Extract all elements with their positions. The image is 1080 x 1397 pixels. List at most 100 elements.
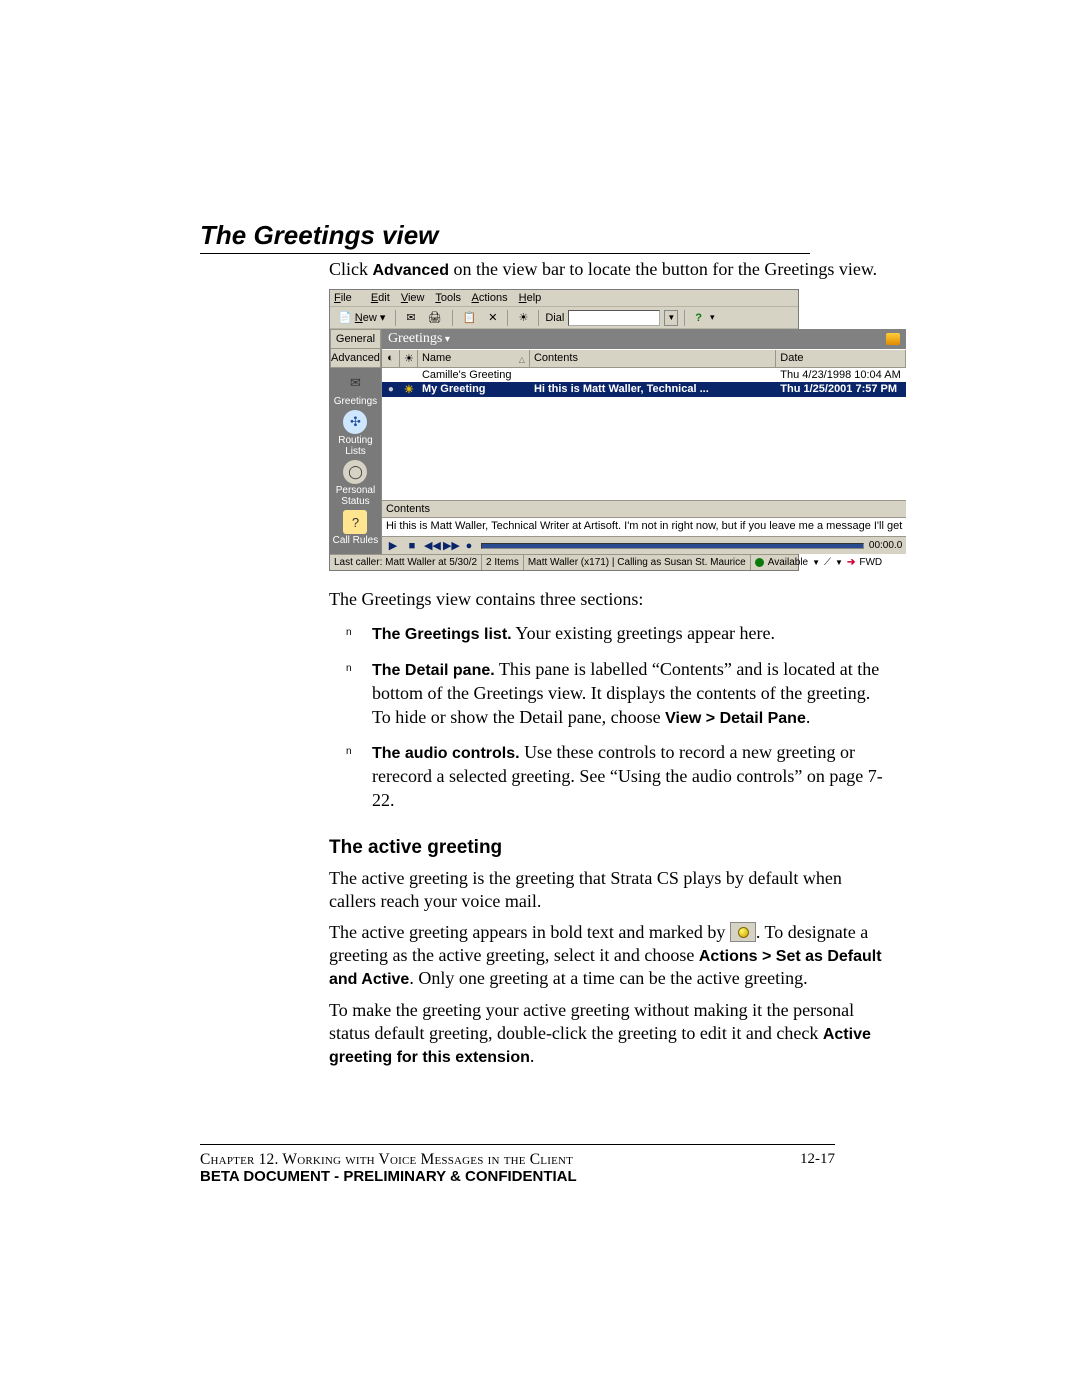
intro-post: on the view bar to locate the button for… — [449, 259, 877, 279]
dial-dropdown[interactable]: ▼ — [664, 310, 678, 326]
nav-routing-lists[interactable]: ✣ Routing Lists — [330, 410, 381, 457]
row-playing — [382, 368, 400, 382]
menu-edit[interactable]: Edit — [371, 292, 390, 304]
tool-icon-2[interactable]: 📋 — [459, 309, 481, 326]
dial-input[interactable] — [568, 310, 660, 326]
nav-greetings-label: Greetings — [330, 396, 381, 407]
detail-pane-body: Hi this is Matt Waller, Technical Writer… — [382, 518, 906, 536]
greetings-list: Camille's Greeting Thu 4/23/1998 10:04 A… — [382, 368, 906, 500]
greetings-icon: ✉ — [343, 371, 367, 395]
view-header-icon — [886, 333, 900, 345]
col-name[interactable]: Name△ — [418, 350, 530, 367]
separator — [452, 310, 453, 326]
active-greeting-icon — [730, 922, 756, 942]
tool-icon-1[interactable]: ✉ — [402, 309, 419, 326]
view-title: Greetings ▾ — [388, 331, 450, 347]
menu-tools[interactable]: Tools — [435, 292, 461, 304]
menu-view[interactable]: View — [401, 292, 425, 304]
delete-icon[interactable]: ✕ — [484, 309, 501, 326]
table-row[interactable]: Camille's Greeting Thu 4/23/1998 10:04 A… — [382, 368, 906, 382]
row-name: My Greeting — [418, 382, 530, 397]
navtab-advanced[interactable]: Advanced — [330, 349, 381, 368]
row-active-icon: ☀ — [400, 382, 418, 397]
column-headers: ◐ ☀ Name△ Contents Date — [382, 349, 906, 368]
row-date: Thu 1/25/2001 7:57 PM — [776, 382, 906, 397]
audio-slider[interactable] — [481, 543, 864, 549]
p3-post: . — [530, 1046, 535, 1066]
navtab-general[interactable]: General — [330, 329, 381, 349]
footer-page-number: 12-17 — [800, 1151, 835, 1169]
intro-bold: Advanced — [373, 262, 449, 279]
sections-intro: The Greetings view contains three sectio… — [329, 589, 885, 610]
list-item: n The audio controls. Use these controls… — [346, 741, 885, 812]
intro-paragraph: Click Advanced on the view bar to locate… — [329, 258, 885, 281]
nav-call-rules[interactable]: ? Call Rules — [330, 510, 381, 546]
intro-pre: Click — [329, 259, 373, 279]
para-active-1: The active greeting is the greeting that… — [329, 867, 885, 913]
stop-button[interactable]: ■ — [405, 540, 419, 552]
list-item: n The Greetings list. Your existing gree… — [346, 622, 885, 646]
status-presence[interactable]: Available — [768, 557, 808, 568]
col-playing-icon[interactable]: ◐ — [382, 350, 400, 367]
print-icon[interactable]: 🖨 — [424, 309, 446, 326]
menu-file[interactable]: File — [334, 292, 360, 304]
fwd-arrow-icon: ➔ — [847, 557, 855, 568]
row-playing — [382, 382, 400, 397]
bullet-icon: n — [346, 745, 352, 758]
nav-routing-label: Routing Lists — [330, 435, 381, 457]
audio-controls: ▶ ■ ◀◀ ▶▶ ● 00:00.0 — [382, 536, 906, 554]
bullet-rest: Your existing greetings appear here. — [512, 623, 775, 643]
bullet-icon: n — [346, 626, 352, 639]
nav-personal-status[interactable]: ◯ Personal Status — [330, 460, 381, 507]
toolbar: 📄 New ▾ ✉ 🖨 📋 ✕ ☀ Dial ▼ ? ▾ — [330, 307, 798, 329]
status-icon: ◯ — [343, 460, 367, 484]
menu-bar: File Edit View Tools Actions Help — [330, 290, 798, 307]
nav-greetings[interactable]: ✉ Greetings — [330, 371, 381, 407]
callrules-icon: ? — [343, 510, 367, 534]
tool-icon-3[interactable]: ☀ — [514, 309, 532, 326]
app-screenshot: File Edit View Tools Actions Help 📄 New … — [329, 289, 799, 571]
menu-help[interactable]: Help — [519, 292, 542, 304]
subheading: The active greeting — [329, 837, 885, 859]
table-row[interactable]: ☀ My Greeting Hi this is Matt Waller, Te… — [382, 382, 906, 397]
row-date: Thu 4/23/1998 10:04 AM — [776, 368, 906, 382]
p2-pre: The active greeting appears in bold text… — [329, 922, 730, 942]
separator — [684, 310, 685, 326]
view-header: Greetings ▾ — [382, 329, 906, 349]
forward-button[interactable]: ▶▶ — [443, 539, 457, 552]
audio-time: 00:00.0 — [869, 540, 902, 551]
list-item: n The Detail pane. This pane is labelled… — [346, 658, 885, 729]
bullet-icon: n — [346, 662, 352, 675]
col-date[interactable]: Date — [776, 350, 906, 367]
row-contents: Hi this is Matt Waller, Technical ... — [530, 382, 776, 397]
status-last-caller: Last caller: Matt Waller at 5/30/2 — [330, 555, 482, 570]
status-item-count: 2 Items — [482, 555, 524, 570]
bullet-lead: The audio controls. — [372, 745, 520, 762]
p3-pre: To make the greeting your active greetin… — [329, 1000, 854, 1043]
col-contents[interactable]: Contents — [530, 350, 776, 367]
view-bar: General Advanced ✉ Greetings ✣ Routing L… — [330, 329, 381, 554]
separator — [507, 310, 508, 326]
footer-confidential: BETA DOCUMENT - PRELIMINARY & CONFIDENTI… — [200, 1168, 835, 1185]
help-icon[interactable]: ? — [691, 310, 706, 326]
record-button[interactable]: ● — [462, 540, 476, 552]
new-button[interactable]: 📄 New ▾ — [334, 309, 389, 326]
detail-pane-header: Contents — [382, 500, 906, 518]
toolbar-overflow[interactable]: ▾ — [710, 312, 715, 323]
status-fwd[interactable]: FWD — [859, 557, 882, 568]
status-presence-area: Available ▼ ⟋ ▼ ➔ FWD — [751, 555, 886, 570]
dnd-dropdown[interactable]: ▼ — [835, 558, 843, 567]
menu-path: View > Detail Pane — [665, 710, 806, 727]
col-active-icon[interactable]: ☀ — [400, 350, 418, 367]
rewind-button[interactable]: ◀◀ — [424, 539, 438, 552]
status-sep-icon: ⟋ — [824, 557, 831, 568]
menu-actions[interactable]: Actions — [472, 292, 508, 304]
status-bar: Last caller: Matt Waller at 5/30/2 2 Ite… — [330, 554, 798, 570]
nav-status-label: Personal Status — [330, 485, 381, 507]
section-heading: The Greetings view — [200, 220, 810, 254]
play-button[interactable]: ▶ — [386, 539, 400, 552]
status-identity: Matt Waller (x171) | Calling as Susan St… — [524, 555, 751, 570]
separator — [395, 310, 396, 326]
presence-dropdown[interactable]: ▼ — [812, 558, 820, 567]
row-contents — [530, 368, 776, 382]
